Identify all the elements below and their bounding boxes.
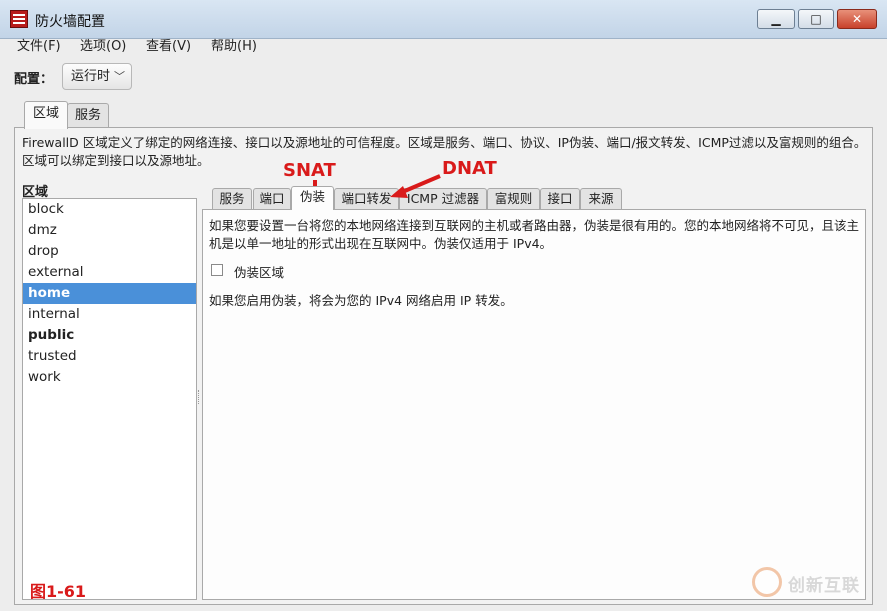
watermark-logo: 创新互联 xyxy=(752,565,882,599)
tab-zones[interactable]: 区域 xyxy=(24,101,68,129)
tab-masquerade-label: 伪装 xyxy=(299,189,325,204)
watermark-icon xyxy=(752,567,782,597)
watermark-text: 创新互联 xyxy=(788,576,860,596)
annotation-arrows xyxy=(306,174,441,204)
figure-label: 图1-61 xyxy=(30,582,87,601)
tab-zones-label: 区域 xyxy=(32,106,59,121)
tab-masquerade[interactable]: 伪装 xyxy=(291,186,334,210)
red-arrow-icon xyxy=(390,174,441,198)
